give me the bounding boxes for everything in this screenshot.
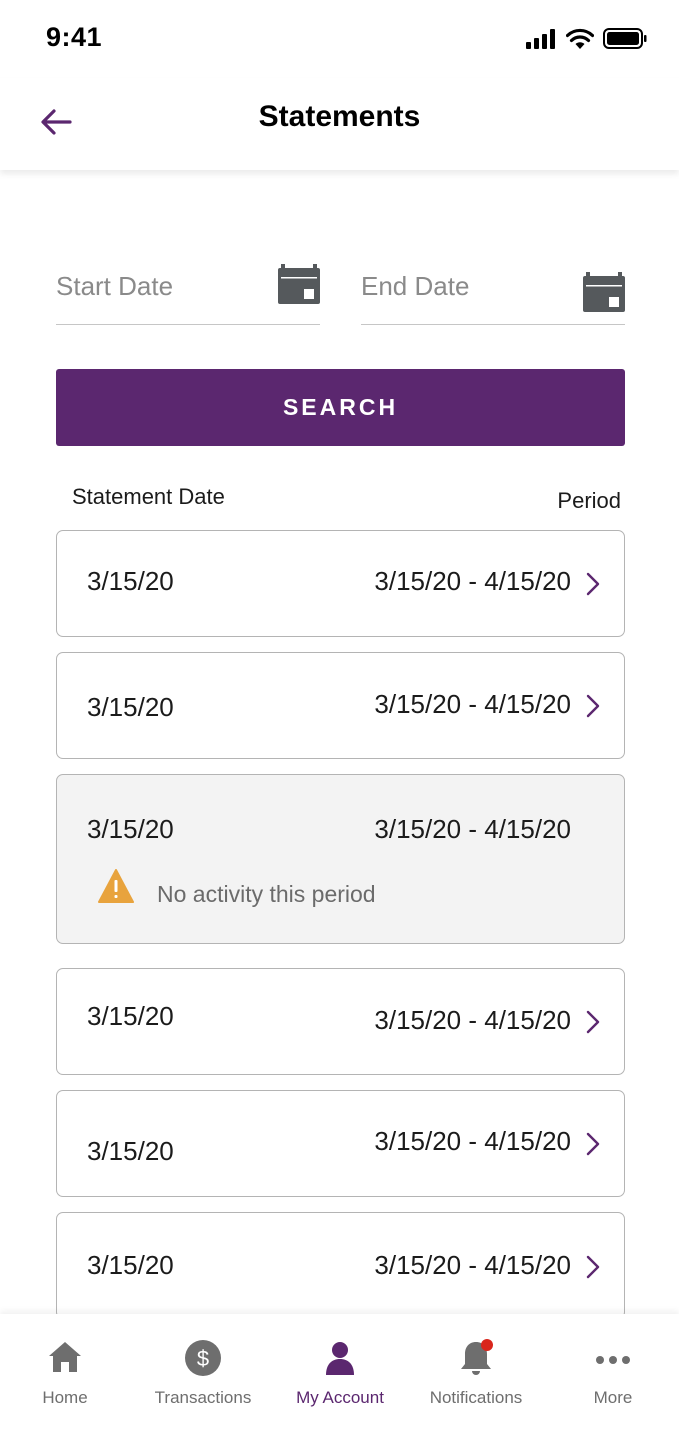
- tab-transactions[interactable]: $ Transactions: [135, 1314, 271, 1424]
- more-icon: [596, 1356, 630, 1364]
- statement-row[interactable]: 3/15/20 3/15/20 - 4/15/20: [56, 968, 625, 1075]
- statement-date: 3/15/20: [87, 814, 174, 844]
- chevron-right-icon: [586, 694, 600, 718]
- statement-period: 3/15/20 - 4/15/20: [374, 566, 571, 596]
- notification-badge: [481, 1339, 493, 1351]
- status-time: 9:41: [46, 22, 103, 52]
- wifi-icon: [566, 28, 594, 49]
- statement-date: 3/15/20: [87, 566, 174, 596]
- calendar-icon: [278, 264, 320, 304]
- dollar-icon: $: [185, 1340, 221, 1376]
- statement-row[interactable]: 3/15/20 3/15/20 - 4/15/20: [56, 530, 625, 637]
- calendar-icon: [583, 272, 625, 312]
- page-title: Statements: [258, 100, 421, 133]
- battery-icon: [603, 28, 647, 49]
- chevron-right-icon: [586, 1010, 600, 1034]
- statement-row[interactable]: 3/15/20 3/15/20 - 4/15/20: [56, 652, 625, 759]
- period-column-header: Period: [557, 488, 621, 513]
- statement-period: 3/15/20 - 4/15/20: [374, 1005, 571, 1035]
- tab-label: Notifications: [429, 1388, 523, 1407]
- search-button[interactable]: SEARCH: [56, 369, 625, 446]
- end-date-input[interactable]: [361, 266, 571, 306]
- statement-period: 3/15/20 - 4/15/20: [374, 814, 571, 844]
- tab-label: My Account: [296, 1388, 384, 1407]
- start-date-field: [56, 258, 320, 325]
- chevron-right-icon: [586, 1255, 600, 1279]
- statement-period: 3/15/20 - 4/15/20: [374, 1126, 571, 1156]
- tab-label: Transactions: [154, 1388, 252, 1407]
- bell-icon: [461, 1339, 493, 1375]
- status-bar: 9:41: [0, 0, 679, 78]
- chevron-right-icon: [586, 1132, 600, 1156]
- statement-period: 3/15/20 - 4/15/20: [374, 689, 571, 719]
- statement-date: 3/15/20: [87, 692, 174, 722]
- chevron-right-icon: [586, 572, 600, 596]
- statement-row[interactable]: 3/15/20 3/15/20 - 4/15/20: [56, 1212, 625, 1319]
- tab-notifications[interactable]: Notifications: [408, 1314, 544, 1424]
- tab-label: Home: [42, 1388, 88, 1407]
- status-icons: [526, 28, 647, 49]
- svg-text:$: $: [197, 1346, 209, 1371]
- tab-home[interactable]: Home: [0, 1314, 133, 1424]
- person-icon: [326, 1342, 354, 1375]
- statement-date: 3/15/20: [87, 1136, 174, 1166]
- cellular-signal-icon: [526, 28, 555, 49]
- statement-row-no-activity: 3/15/20 3/15/20 - 4/15/20 No activity th…: [56, 774, 625, 944]
- statement-date: 3/15/20: [87, 1250, 174, 1280]
- statement-list: 3/15/20 3/15/20 - 4/15/20 3/15/20 3/15/2…: [56, 530, 625, 1334]
- start-date-calendar-button[interactable]: [278, 264, 320, 304]
- tab-more[interactable]: More: [545, 1314, 679, 1424]
- start-date-input[interactable]: [56, 266, 266, 306]
- home-icon: [49, 1342, 81, 1372]
- tab-my-account[interactable]: My Account: [272, 1314, 408, 1424]
- statement-period: 3/15/20 - 4/15/20: [374, 1250, 571, 1280]
- end-date-field: [361, 258, 625, 325]
- header: Statements: [0, 78, 679, 170]
- statement-date: 3/15/20: [87, 1001, 174, 1031]
- bottom-tab-bar: Home $ Transactions My Account Notificat…: [0, 1314, 679, 1452]
- no-activity-notice: No activity this period: [157, 881, 376, 907]
- statement-date-column-header: Statement Date: [72, 484, 225, 509]
- tab-label: More: [593, 1388, 633, 1407]
- statement-row[interactable]: 3/15/20 3/15/20 - 4/15/20: [56, 1090, 625, 1197]
- warning-icon: [98, 869, 134, 903]
- end-date-calendar-button[interactable]: [583, 264, 625, 312]
